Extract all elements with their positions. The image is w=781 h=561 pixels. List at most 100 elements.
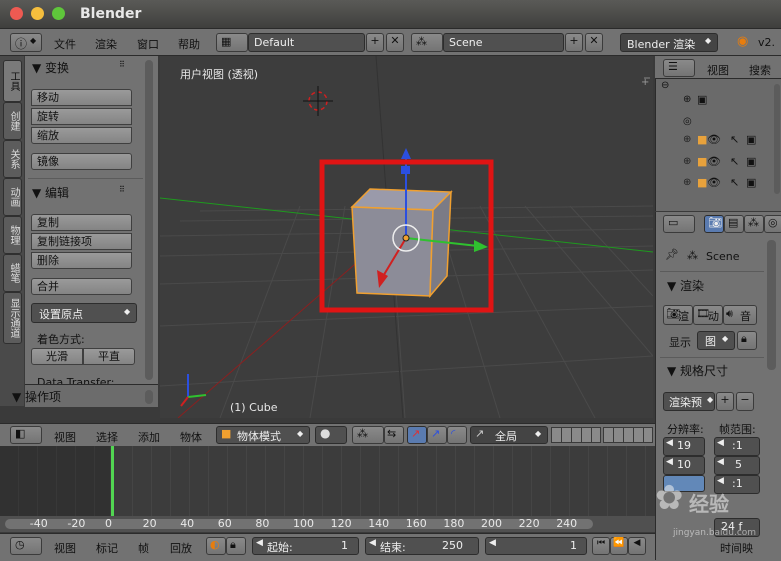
cursor-icon[interactable]: ↖ bbox=[730, 176, 739, 189]
prev-keyframe-button[interactable]: ⏪ bbox=[610, 537, 628, 555]
lock-range-toggle[interactable]: 🔒︎ bbox=[226, 537, 246, 555]
jump-start-button[interactable]: ⏮ bbox=[592, 537, 610, 555]
decrement-icon[interactable]: ◀ bbox=[666, 438, 673, 448]
menu-select[interactable]: 选择 bbox=[96, 429, 118, 445]
mode-select[interactable]: ■ 物体模式 ◆ bbox=[216, 426, 310, 444]
render-layers-tab[interactable]: ▤ bbox=[724, 215, 744, 233]
remove-layout-button[interactable]: ✕ bbox=[386, 33, 404, 52]
layout-browse-button[interactable]: ▦ bbox=[216, 33, 248, 52]
menu-file[interactable]: 文件 bbox=[54, 36, 76, 52]
tab-tools[interactable]: 工具 bbox=[3, 60, 22, 102]
expand-icon[interactable]: ⊕ bbox=[683, 94, 691, 105]
render-camera-icon[interactable]: ▣ bbox=[746, 176, 756, 189]
layer-buttons-right[interactable] bbox=[603, 427, 653, 443]
decrement-icon[interactable]: ◀ bbox=[489, 538, 496, 548]
remove-preset-button[interactable]: − bbox=[736, 392, 754, 411]
display-mode-select[interactable]: 图 ◆ bbox=[697, 331, 735, 350]
add-scene-button[interactable]: + bbox=[565, 33, 583, 52]
decrement-icon[interactable]: ◀ bbox=[717, 438, 724, 448]
menu-help[interactable]: 帮助 bbox=[178, 36, 200, 52]
editor-type-3d-button[interactable]: ◧ bbox=[10, 426, 42, 444]
manipulator-toggle[interactable]: ⇆ bbox=[384, 426, 404, 444]
outliner-view-menu[interactable]: 视图 bbox=[707, 62, 729, 78]
current-frame-field[interactable]: ◀ 1 bbox=[485, 537, 587, 555]
start-frame-field[interactable]: ◀ 起始: 1 bbox=[252, 537, 359, 555]
cursor-icon[interactable]: ↖ bbox=[730, 133, 739, 146]
render-camera-icon[interactable]: ▣ bbox=[746, 133, 756, 146]
tab-display-channels[interactable]: 显示通道 bbox=[3, 292, 22, 344]
move-button[interactable]: 移动 bbox=[31, 89, 132, 106]
lock-interface-toggle[interactable]: 🔒︎ bbox=[737, 331, 757, 350]
layout-name-field[interactable]: Default bbox=[248, 33, 365, 52]
decrement-icon[interactable]: ◀ bbox=[666, 457, 673, 467]
tab-physics[interactable]: 物理 bbox=[3, 216, 22, 254]
render-engine-select[interactable]: Blender 渲染 ◆ bbox=[620, 33, 718, 52]
menu-object[interactable]: 物体 bbox=[180, 429, 202, 445]
eye-icon[interactable]: 👁︎ bbox=[707, 176, 721, 189]
menu-add[interactable]: 添加 bbox=[138, 429, 160, 445]
tab-create[interactable]: 创建 bbox=[3, 102, 22, 140]
decrement-icon[interactable]: ◀ bbox=[256, 538, 263, 548]
translate-manipulator-button[interactable]: ↗ bbox=[407, 426, 427, 444]
join-button[interactable]: 合并 bbox=[31, 278, 132, 295]
shade-smooth-button[interactable]: 光滑 bbox=[31, 348, 83, 365]
add-icon[interactable]: + bbox=[641, 77, 649, 88]
drag-handle-icon[interactable]: ⠿ bbox=[119, 60, 125, 69]
scale-button[interactable]: 缩放 bbox=[31, 127, 132, 144]
scene-tab[interactable]: ⁂ bbox=[744, 215, 764, 233]
end-frame-field[interactable]: ◀ 结束: 250 bbox=[365, 537, 479, 555]
render-image-button[interactable]: 📷︎ 渲 bbox=[663, 305, 693, 325]
tab-animation[interactable]: 动画 bbox=[3, 178, 22, 216]
menu-render[interactable]: 渲染 bbox=[95, 36, 117, 52]
world-tab[interactable]: ◎ bbox=[764, 215, 781, 233]
layer-buttons-left[interactable] bbox=[551, 427, 601, 443]
cube-object[interactable] bbox=[350, 188, 453, 299]
expand-icon[interactable]: ⊕ bbox=[683, 156, 691, 167]
eye-icon[interactable]: 👁︎ bbox=[707, 155, 721, 168]
eye-icon[interactable]: 👁︎ bbox=[707, 133, 721, 146]
resolution-x-field[interactable]: ◀ 19 bbox=[663, 437, 705, 456]
expand-icon[interactable]: ⊕ bbox=[683, 134, 691, 145]
3d-cursor-icon[interactable] bbox=[303, 86, 333, 116]
decrement-icon[interactable]: ◀ bbox=[369, 538, 376, 548]
close-window-button[interactable] bbox=[10, 7, 23, 20]
duplicate-linked-button[interactable]: 复制链接项 bbox=[31, 233, 132, 250]
rotate-manipulator-button[interactable]: ↗ bbox=[427, 426, 447, 444]
add-preset-button[interactable]: + bbox=[716, 392, 734, 411]
expand-icon[interactable]: ⊖ bbox=[661, 80, 669, 91]
editor-type-timeline-button[interactable]: ◷ bbox=[10, 537, 42, 555]
editor-type-info-button[interactable]: ⓘ ◆ bbox=[10, 33, 42, 52]
properties-scrollbar[interactable] bbox=[767, 240, 776, 370]
edit-panel-title[interactable]: ▼ 编辑 bbox=[32, 184, 69, 201]
tab-relations[interactable]: 关系 bbox=[3, 140, 22, 178]
render-animation-button[interactable]: 🎞︎ 动 bbox=[693, 305, 723, 325]
menu-view[interactable]: 视图 bbox=[54, 429, 76, 445]
timeline-menu-playback[interactable]: 回放 bbox=[170, 540, 192, 556]
operator-scrollbar[interactable] bbox=[145, 390, 153, 404]
minimize-window-button[interactable] bbox=[31, 7, 44, 20]
rotate-button[interactable]: 旋转 bbox=[31, 108, 132, 125]
duplicate-button[interactable]: 复制 bbox=[31, 214, 132, 231]
viewport-shading-select[interactable]: ● bbox=[315, 426, 347, 444]
outliner-search-menu[interactable]: 搜索 bbox=[749, 62, 771, 78]
mirror-button[interactable]: 镜像 bbox=[31, 153, 132, 170]
remove-scene-button[interactable]: ✕ bbox=[585, 33, 603, 52]
drag-handle-icon[interactable]: ⠿ bbox=[119, 185, 125, 194]
render-panel-title[interactable]: ▼ 渲染 bbox=[667, 277, 704, 294]
render-context-tab[interactable]: 📷︎ bbox=[704, 215, 724, 233]
render-camera-icon[interactable]: ▣ bbox=[746, 155, 756, 168]
timeline-menu-view[interactable]: 视图 bbox=[54, 540, 76, 556]
current-frame-indicator[interactable] bbox=[111, 446, 114, 516]
menu-window[interactable]: 窗口 bbox=[137, 36, 159, 52]
set-origin-select[interactable]: 设置原点 ◆ bbox=[31, 303, 137, 323]
scene-browse-button[interactable]: ⁂ bbox=[411, 33, 443, 52]
operator-panel-title[interactable]: ▼ 操作项 bbox=[12, 388, 61, 405]
timeline-menu-marker[interactable]: 标记 bbox=[96, 540, 118, 556]
timeline-menu-frame[interactable]: 帧 bbox=[138, 540, 149, 556]
dimensions-panel-title[interactable]: ▼ 规格尺寸 bbox=[667, 362, 728, 379]
3d-viewport[interactable]: 用户视图 (透视) (1) Cube + bbox=[160, 56, 653, 418]
cursor-icon[interactable]: ↖ bbox=[730, 155, 739, 168]
render-audio-button[interactable]: 🔊︎ 音 bbox=[723, 305, 757, 325]
preview-range-toggle[interactable]: ◐ bbox=[206, 537, 226, 555]
pivot-point-select[interactable]: ⁂ bbox=[352, 426, 384, 444]
